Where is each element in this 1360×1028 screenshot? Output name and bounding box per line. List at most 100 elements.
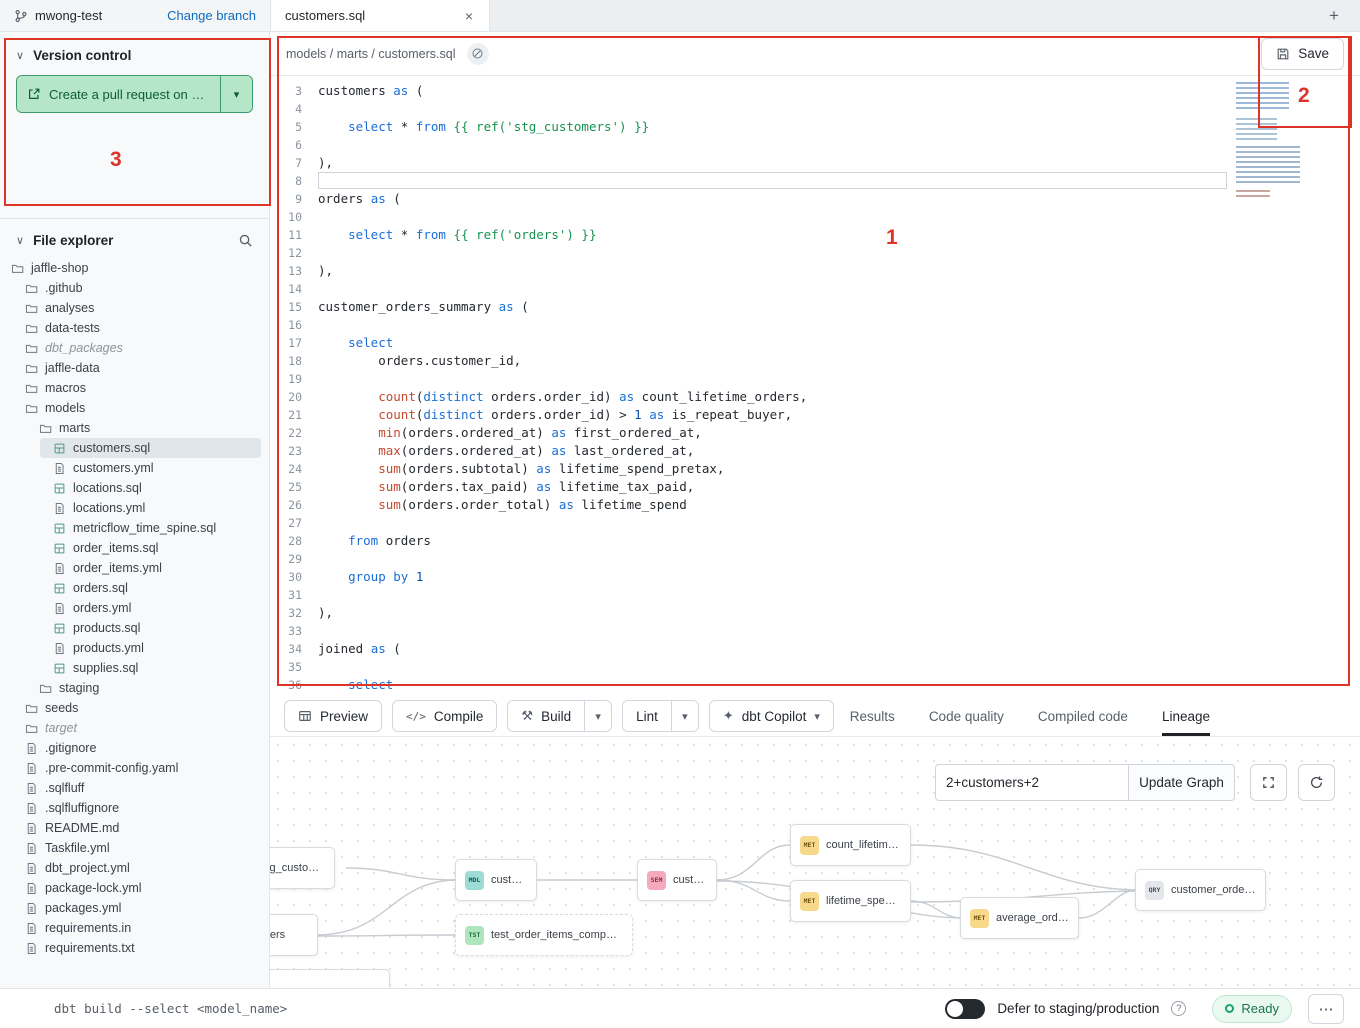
- code-line[interactable]: 25 sum(orders.tax_paid) as lifetime_tax_…: [270, 478, 1360, 496]
- file-tree-item[interactable]: supplies.sql: [0, 658, 269, 678]
- code-line[interactable]: 9orders as (: [270, 190, 1360, 208]
- build-button[interactable]: ⚒ Build: [508, 701, 584, 731]
- code-line[interactable]: 24 sum(orders.subtotal) as lifetime_spen…: [270, 460, 1360, 478]
- file-tree-item[interactable]: dbt_project.yml: [0, 858, 269, 878]
- code-line[interactable]: 29: [270, 550, 1360, 568]
- file-tree-item[interactable]: order_items.yml: [0, 558, 269, 578]
- file-tree-item[interactable]: dbt_packages: [0, 338, 269, 358]
- file-tree-item[interactable]: requirements.in: [0, 918, 269, 938]
- file-tree-item[interactable]: locations.sql: [0, 478, 269, 498]
- lineage-node-count_lifetime_orders[interactable]: METcount_lifetime_orders: [790, 824, 911, 866]
- code-line[interactable]: 21 count(distinct orders.order_id) > 1 a…: [270, 406, 1360, 424]
- file-tree-item[interactable]: seeds: [0, 698, 269, 718]
- refresh-icon[interactable]: [1298, 764, 1335, 801]
- file-tree-item[interactable]: data-tests: [0, 318, 269, 338]
- code-editor[interactable]: 3customers as (45 select * from {{ ref('…: [270, 76, 1360, 696]
- file-tree-item[interactable]: customers.yml: [0, 458, 269, 478]
- code-line[interactable]: 14: [270, 280, 1360, 298]
- update-graph-button[interactable]: Update Graph: [1128, 764, 1235, 801]
- file-tree-item[interactable]: .sqlfluff: [0, 778, 269, 798]
- file-tree-item[interactable]: analyses: [0, 298, 269, 318]
- code-line[interactable]: 11 select * from {{ ref('orders') }}: [270, 226, 1360, 244]
- code-line[interactable]: 32),: [270, 604, 1360, 622]
- tab-customers-sql[interactable]: customers.sql ×: [270, 0, 490, 31]
- file-tree-item[interactable]: jaffle-data: [0, 358, 269, 378]
- code-line[interactable]: 17 select: [270, 334, 1360, 352]
- file-tree-item[interactable]: customers.sql: [40, 438, 261, 458]
- code-line[interactable]: 27: [270, 514, 1360, 532]
- help-icon[interactable]: ?: [1171, 1001, 1186, 1016]
- code-line[interactable]: 31: [270, 586, 1360, 604]
- code-line[interactable]: 18 orders.customer_id,: [270, 352, 1360, 370]
- defer-toggle[interactable]: [945, 999, 985, 1019]
- file-tree-item[interactable]: locations.yml: [0, 498, 269, 518]
- code-line[interactable]: 23 max(orders.ordered_at) as last_ordere…: [270, 442, 1360, 460]
- add-tab-button[interactable]: +: [1320, 0, 1348, 32]
- code-line[interactable]: 26 sum(orders.order_total) as lifetime_s…: [270, 496, 1360, 514]
- lineage-node-test_order_items_compute_to_bools[interactable]: TSTtest_order_items_compute_to_bools…: [455, 914, 633, 956]
- more-options-button[interactable]: ⋯: [1308, 994, 1344, 1024]
- preview-button[interactable]: Preview: [284, 700, 382, 732]
- dbt-copilot-button[interactable]: ✦ dbt Copilot ▾: [709, 700, 834, 732]
- fullscreen-icon[interactable]: [1250, 764, 1287, 801]
- file-tree-item[interactable]: order_items.sql: [0, 538, 269, 558]
- file-tree-item[interactable]: jaffle-shop: [0, 258, 269, 278]
- file-tree-item[interactable]: staging: [0, 678, 269, 698]
- code-line[interactable]: 8: [270, 172, 1360, 190]
- close-icon[interactable]: ×: [463, 8, 475, 24]
- code-line[interactable]: 22 min(orders.ordered_at) as first_order…: [270, 424, 1360, 442]
- file-tree-item[interactable]: requirements.txt: [0, 938, 269, 958]
- code-line[interactable]: 16: [270, 316, 1360, 334]
- tab-compiled-code[interactable]: Compiled code: [1038, 696, 1128, 736]
- code-line[interactable]: 35: [270, 658, 1360, 676]
- code-line[interactable]: 33: [270, 622, 1360, 640]
- file-tree-item[interactable]: packages.yml: [0, 898, 269, 918]
- file-explorer-header[interactable]: ∨ File explorer: [0, 231, 269, 258]
- file-tree-item[interactable]: package-lock.yml: [0, 878, 269, 898]
- code-line[interactable]: 7),: [270, 154, 1360, 172]
- code-line[interactable]: 28 from orders: [270, 532, 1360, 550]
- code-line[interactable]: 20 count(distinct orders.order_id) as co…: [270, 388, 1360, 406]
- minimap[interactable]: [1232, 82, 1318, 198]
- code-line[interactable]: 13),: [270, 262, 1360, 280]
- tab-lineage[interactable]: Lineage: [1162, 696, 1210, 736]
- file-tree-item[interactable]: .github: [0, 278, 269, 298]
- status-badge[interactable]: Ready: [1212, 995, 1292, 1023]
- file-tree-item[interactable]: macros: [0, 378, 269, 398]
- tab-results[interactable]: Results: [850, 696, 895, 736]
- file-tree-item[interactable]: products.sql: [0, 618, 269, 638]
- lineage-node-customers[interactable]: MDLcustomers: [455, 859, 537, 901]
- file-tree-item[interactable]: metricflow_time_spine.sql: [0, 518, 269, 538]
- tab-code-quality[interactable]: Code quality: [929, 696, 1004, 736]
- save-button[interactable]: Save: [1261, 38, 1344, 70]
- lint-dropdown-button[interactable]: ▾: [671, 701, 698, 731]
- lineage-node[interactable]: [270, 969, 390, 988]
- file-tree-item[interactable]: models: [0, 398, 269, 418]
- file-tree-item[interactable]: README.md: [0, 818, 269, 838]
- code-line[interactable]: 19: [270, 370, 1360, 388]
- file-tree-item[interactable]: Taskfile.yml: [0, 838, 269, 858]
- lint-button[interactable]: Lint: [623, 701, 671, 731]
- lineage-node-stg_customers[interactable]: MDLstg_customers: [270, 847, 335, 889]
- file-tree-item[interactable]: .pre-commit-config.yaml: [0, 758, 269, 778]
- lineage-node-customers[interactable]: SEMcustomers: [637, 859, 717, 901]
- code-line[interactable]: 10: [270, 208, 1360, 226]
- file-tree-item[interactable]: orders.yml: [0, 598, 269, 618]
- create-pr-button[interactable]: Create a pull request on Git…: [17, 76, 220, 112]
- change-branch-link[interactable]: Change branch: [167, 8, 256, 23]
- file-tree-item[interactable]: .sqlfluffignore: [0, 798, 269, 818]
- code-line[interactable]: 12: [270, 244, 1360, 262]
- file-tree-item[interactable]: marts: [0, 418, 269, 438]
- code-line[interactable]: 34joined as (: [270, 640, 1360, 658]
- create-pr-dropdown-button[interactable]: ▾: [220, 76, 252, 112]
- code-line[interactable]: 36 select: [270, 676, 1360, 694]
- code-line[interactable]: 6: [270, 136, 1360, 154]
- slash-circle-icon[interactable]: [467, 43, 489, 65]
- code-line[interactable]: 30 group by 1: [270, 568, 1360, 586]
- search-icon[interactable]: [238, 233, 253, 248]
- lineage-search-input[interactable]: [935, 764, 1129, 801]
- code-line[interactable]: 15customer_orders_summary as (: [270, 298, 1360, 316]
- code-line[interactable]: 5 select * from {{ ref('stg_customers') …: [270, 118, 1360, 136]
- version-control-header[interactable]: ∨ Version control: [0, 46, 269, 71]
- file-tree-item[interactable]: target: [0, 718, 269, 738]
